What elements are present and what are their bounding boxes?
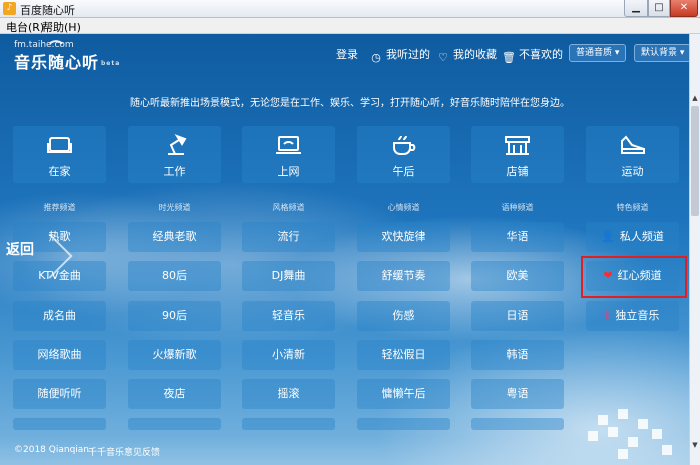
scene-label: 上网 [277, 165, 300, 178]
scene-work[interactable]: 工作 [128, 126, 221, 183]
heart-outline-icon: ♡ [438, 51, 448, 64]
scene-label: 工作 [163, 165, 186, 178]
channel-button[interactable]: 欢快旋律 [357, 222, 450, 252]
trash-icon: 🗑 [502, 51, 516, 64]
history-label: 我听过的 [386, 48, 430, 61]
scroll-up-icon[interactable]: ▲ [690, 92, 700, 104]
history-clock-icon: ◷ [371, 51, 381, 64]
category-mood: 心情频道 [387, 203, 420, 212]
scene-home[interactable]: 在家 [13, 126, 106, 183]
channel-button[interactable]: 流行 [242, 222, 335, 252]
logo-name: 音乐随心听 beta [14, 49, 120, 73]
channel-button[interactable]: 小清新 [242, 340, 335, 370]
channel-button[interactable]: 舒缓节奏 [357, 261, 450, 291]
channel-button[interactable]: 伤感 [357, 301, 450, 331]
favorites-label: 我的收藏 [453, 48, 497, 61]
channel-button[interactable]: 随便听听 [13, 379, 106, 409]
favorites-link[interactable]: ♡ 我的收藏 [436, 46, 497, 64]
channel-button[interactable]: 日语 [471, 301, 564, 331]
channel-button[interactable]: 华语 [471, 222, 564, 252]
app-icon: ♪ [3, 2, 16, 15]
scene-label: 在家 [48, 165, 71, 178]
channel-button[interactable]: 80后 [128, 261, 221, 291]
chevron-down-icon: ▾ [679, 48, 685, 58]
channel-button[interactable]: 网络歌曲 [13, 340, 106, 370]
history-link[interactable]: ◷ 我听过的 [369, 46, 430, 64]
scene-online[interactable]: 上网 [242, 126, 335, 183]
soundwave-icon: ⦀ [605, 309, 611, 322]
channel-button[interactable]: 火爆新歌 [128, 340, 221, 370]
channel-button[interactable]: 摇滚 [242, 379, 335, 409]
channel-private[interactable]: 👤 私人频道 [586, 222, 679, 252]
storefront-icon [505, 136, 530, 155]
maximize-button[interactable]: □ [648, 0, 670, 17]
footer: ©2018 Qianqian 千千音乐 意见反馈 [0, 437, 689, 465]
category-style: 风格频道 [272, 203, 305, 212]
dislikes-label: 不喜欢的 [519, 48, 563, 61]
quality-label: 普通音质 [576, 48, 613, 58]
scene-sport[interactable]: 运动 [586, 126, 679, 183]
background-label: 默认背景 [641, 48, 678, 58]
channel-button-partial[interactable] [128, 418, 221, 430]
scene-afternoon[interactable]: 午后 [357, 126, 450, 183]
channel-label: 私人频道 [619, 230, 664, 243]
highlight-box [581, 256, 687, 298]
scroll-down-icon[interactable]: ▼ [690, 439, 700, 451]
sofa-icon [47, 137, 72, 153]
footer-link-qianqian[interactable]: 千千音乐 [88, 445, 124, 458]
window-title: 百度随心听 [20, 4, 75, 17]
channel-button[interactable]: DJ舞曲 [242, 261, 335, 291]
menu-help[interactable]: 帮助(H) [42, 19, 81, 35]
menu-bar: 电台(R) 帮助(H) [0, 18, 700, 34]
vertical-scrollbar[interactable]: ▲ ▼ [689, 34, 700, 465]
category-language: 语种频道 [501, 203, 534, 212]
intro-text: 随心听最新推出场景模式，无论您是在工作、娱乐、学习，打开随心听，好音乐随时陪伴在… [130, 98, 570, 109]
login-link[interactable]: 登录 [336, 46, 358, 64]
channel-button[interactable]: 轻音乐 [242, 301, 335, 331]
laptop-wifi-icon [276, 136, 301, 154]
category-era: 时光频道 [158, 203, 191, 212]
channel-button[interactable]: 成名曲 [13, 301, 106, 331]
chevron-down-icon: ▾ [614, 48, 620, 58]
beta-badge: beta [101, 60, 121, 67]
channel-button[interactable]: 慵懒午后 [357, 379, 450, 409]
channel-button[interactable]: 欧美 [471, 261, 564, 291]
background-dropdown[interactable]: 默认背景 ▾ [634, 44, 692, 62]
channel-label: 独立音乐 [615, 309, 660, 322]
channel-button-partial[interactable] [13, 418, 106, 430]
channel-button[interactable]: 90后 [128, 301, 221, 331]
logo-name-text: 音乐随心听 [14, 53, 100, 72]
scene-label: 店铺 [506, 165, 529, 178]
scene-shop[interactable]: 店铺 [471, 126, 564, 183]
desk-lamp-icon [168, 134, 187, 155]
scene-label: 运动 [621, 165, 644, 178]
scene-label: 午后 [392, 165, 415, 178]
channel-button-partial[interactable] [242, 418, 335, 430]
quality-dropdown[interactable]: 普通音质 ▾ [569, 44, 627, 62]
channel-indie[interactable]: ⦀ 独立音乐 [586, 301, 679, 331]
copyright-text: ©2018 Qianqian [14, 445, 90, 455]
site-logo[interactable]: fm.taihe.com 音乐随心听 beta [14, 40, 120, 73]
category-recommend: 推荐频道 [43, 203, 76, 212]
coffee-cup-icon [393, 135, 416, 155]
minimize-button[interactable]: ▁ [624, 0, 648, 17]
channel-button-partial[interactable] [357, 418, 450, 430]
sneaker-icon [621, 135, 645, 154]
channel-button[interactable]: 韩语 [471, 340, 564, 370]
channel-button[interactable]: 轻松假日 [357, 340, 450, 370]
logo-url: fm.taihe.com [14, 40, 74, 50]
channel-button[interactable]: 粤语 [471, 379, 564, 409]
category-featured: 特色频道 [616, 203, 649, 212]
scroll-thumb[interactable] [691, 106, 699, 216]
title-bar: ♪ 百度随心听 ▁ □ ✕ [0, 0, 700, 18]
close-button[interactable]: ✕ [670, 0, 698, 17]
channel-button-partial[interactable] [471, 418, 564, 430]
menu-radio[interactable]: 电台(R) [6, 19, 44, 35]
person-icon: 👤 [601, 230, 615, 243]
channel-button[interactable]: 经典老歌 [128, 222, 221, 252]
footer-link-feedback[interactable]: 意见反馈 [124, 445, 160, 458]
dislikes-link[interactable]: 🗑 不喜欢的 [502, 46, 563, 64]
channel-button[interactable]: 夜店 [128, 379, 221, 409]
main-content: fm.taihe.com 音乐随心听 beta 登录 ◷ 我听过的 ♡ 我的收藏 🗑 不… [0, 34, 700, 465]
